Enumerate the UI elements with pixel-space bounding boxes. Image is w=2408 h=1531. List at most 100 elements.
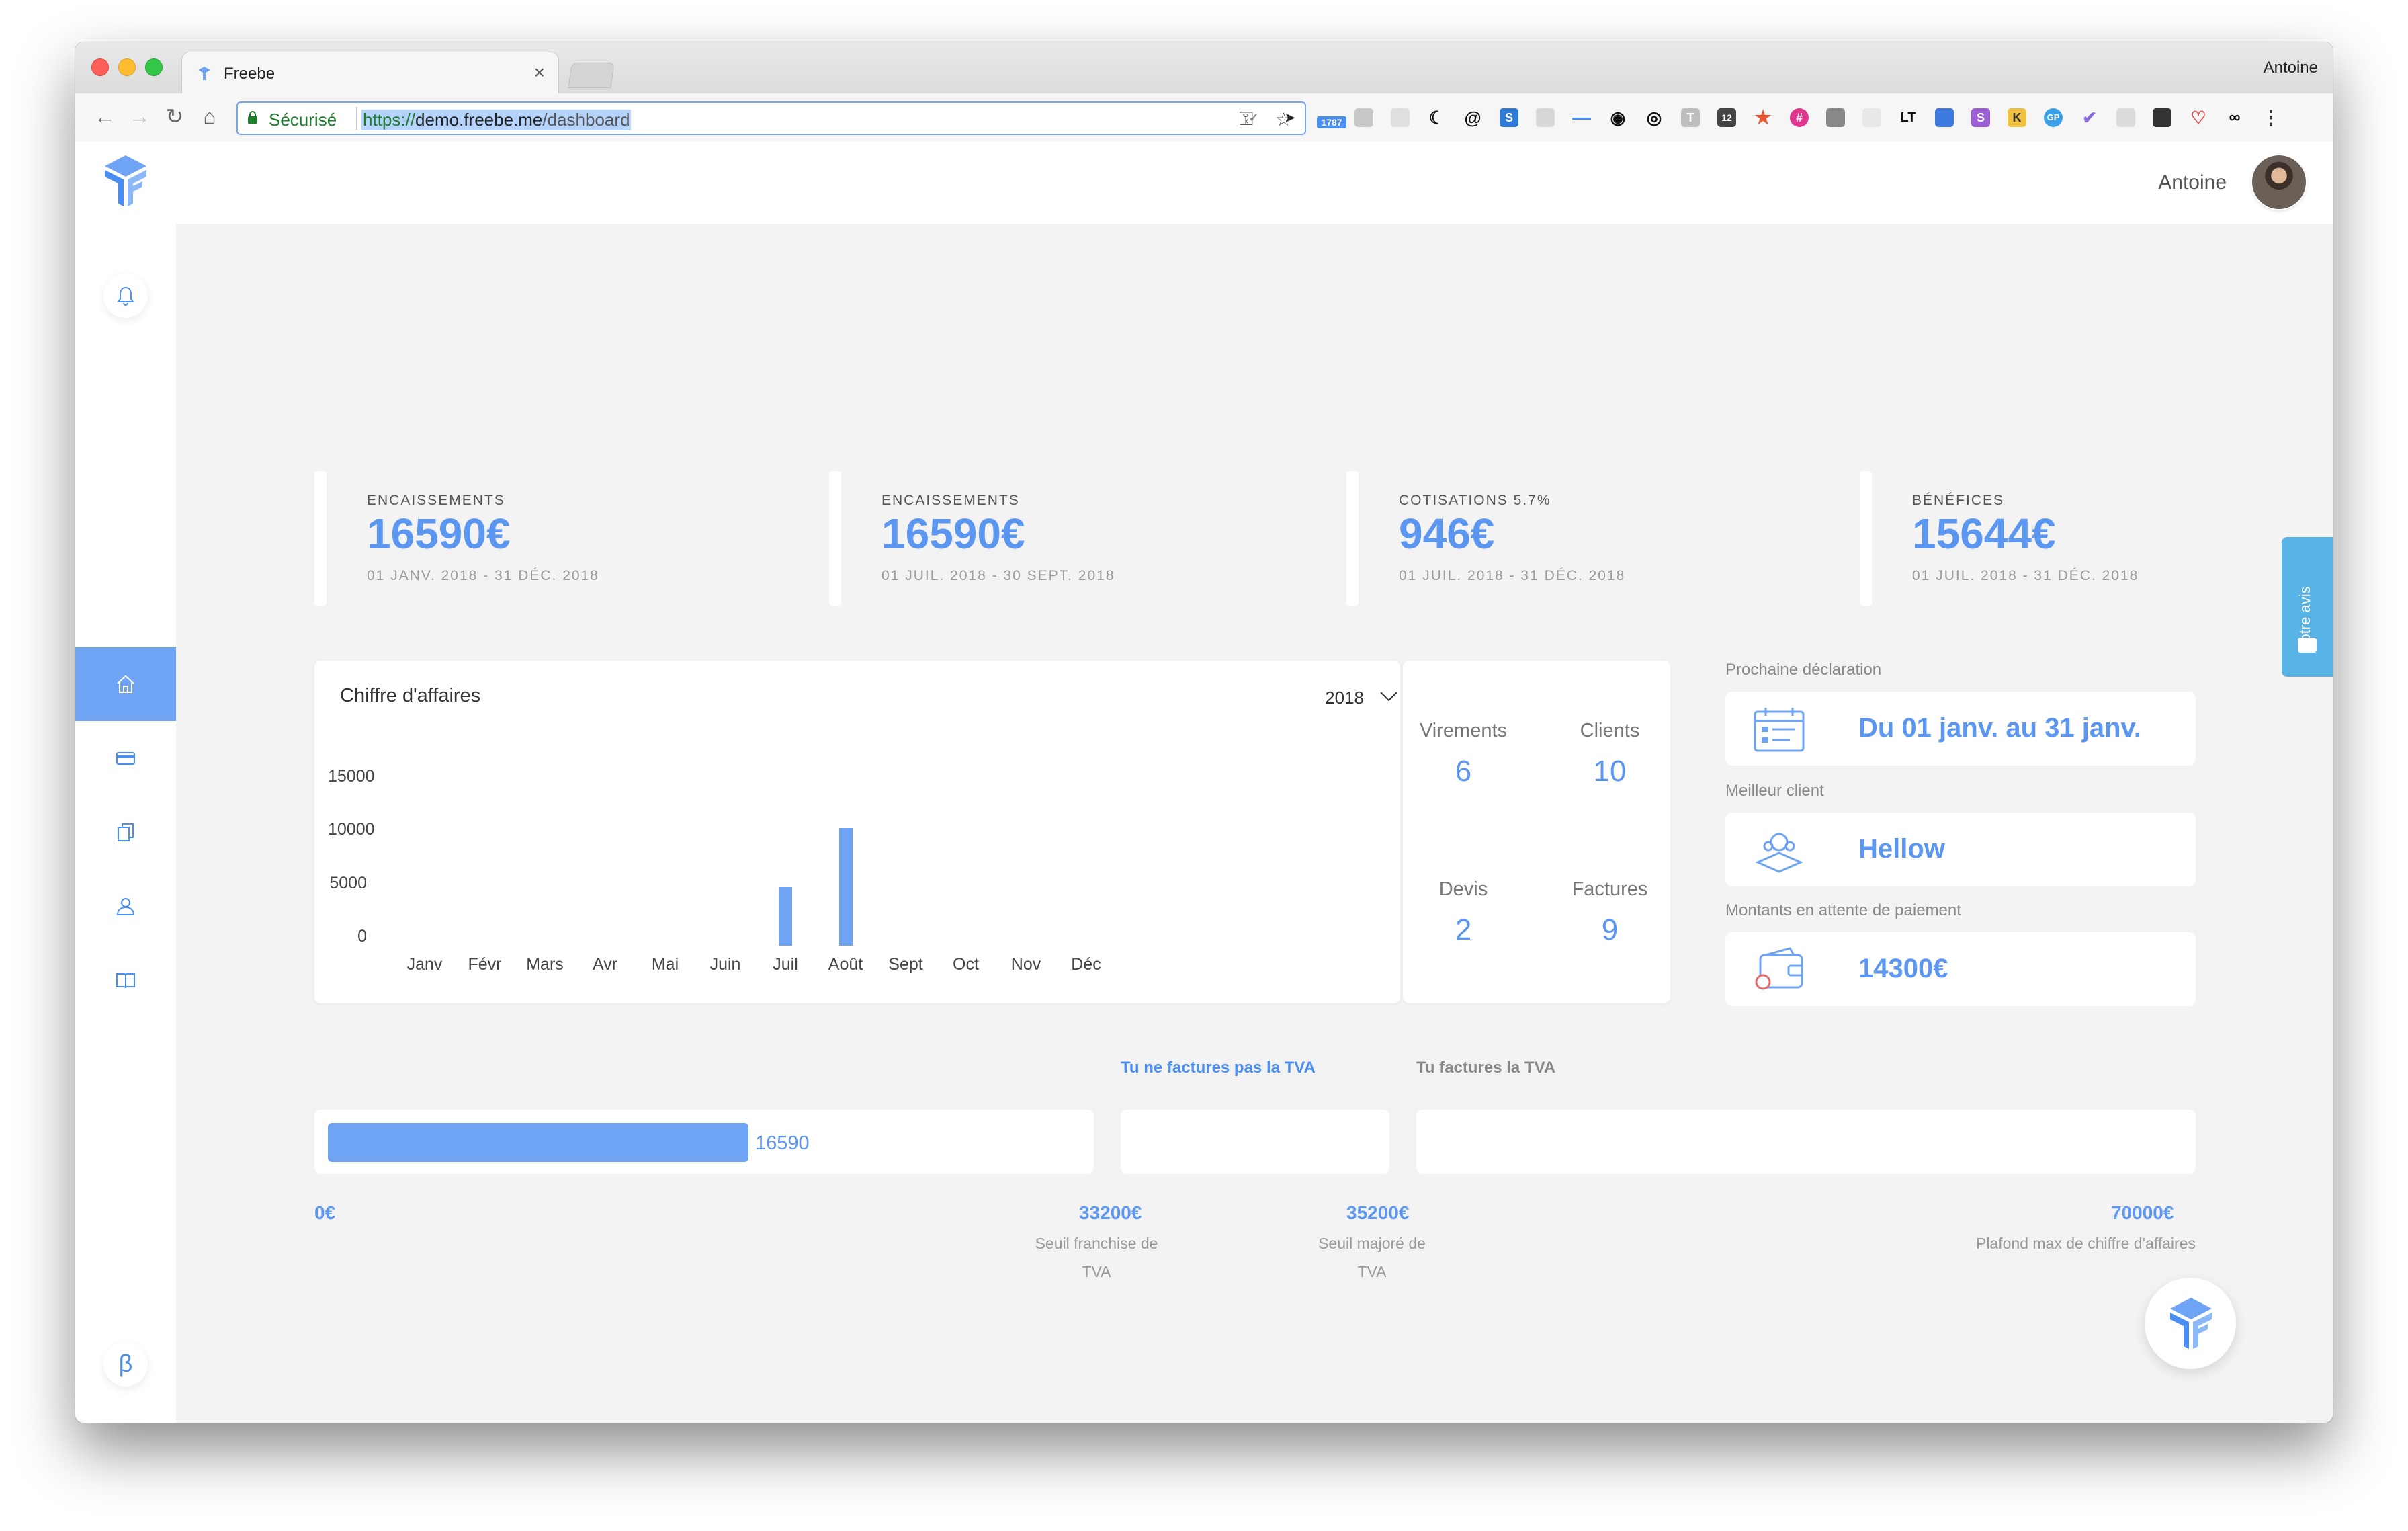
url-text[interactable]: https://demo.freebe.me/dashboard [361,110,632,130]
image-extension-icon[interactable] [1354,108,1373,127]
stat-value: 946€ [1399,509,1495,558]
revenue-progress-track: 16590 [314,1110,1094,1174]
home-icon [117,675,134,693]
freebe-logo-icon[interactable] [103,154,148,208]
threshold-caption: Seuil majoré de TVA [1291,1229,1453,1286]
counter-extension-badge[interactable]: 1787 [1317,116,1346,128]
minimize-window-button[interactable] [118,58,136,76]
x-tick-label: Févr [468,955,502,974]
feedback-tab[interactable]: Votre avis [2282,537,2333,677]
doc-extension-icon[interactable] [1862,108,1881,127]
sidebar-item-guide[interactable] [75,943,176,1017]
floating-help-button[interactable] [2145,1278,2236,1369]
credit-card-icon [116,752,135,765]
browser-profile-name[interactable]: Antoine [2264,58,2318,77]
t-extension-icon[interactable]: T [1681,108,1700,127]
threshold-caption-line: Seuil franchise de [1035,1235,1158,1252]
stat-accent-bar [314,471,327,606]
s-purple-extension-icon[interactable]: S [1971,108,1990,127]
sidebar-item-clients[interactable] [75,869,176,943]
bag-extension-icon[interactable] [2153,108,2172,127]
k-extension-icon[interactable]: K [2008,108,2026,127]
lt-extension-icon[interactable]: LT [1899,108,1918,127]
home-icon[interactable]: ⌂ [196,103,223,130]
stat-accent-bar [1860,471,1872,606]
book-icon [116,973,135,989]
sidebar-item-billing[interactable] [75,721,176,795]
kpi-value: 6 [1455,755,1472,788]
revenue-bar[interactable] [779,886,792,946]
zigzag-extension-icon[interactable] [1935,108,1954,127]
secure-label: Sécurisé [269,110,337,130]
stat-card: COTISATIONS 5.7% 946€ 01 JUIL. 2018 - 31… [1346,471,1817,606]
pending-amounts-card[interactable]: 14300€ [1725,932,2196,1006]
y-tick-label: 15000 [328,767,375,786]
gp-extension-icon[interactable]: GP [2044,108,2063,127]
user-name[interactable]: Antoine [2158,171,2227,194]
year-select[interactable]: 2018 [1325,688,1398,708]
pointer-extension-icon[interactable]: ➤ [1281,108,1299,127]
moon-extension-icon[interactable]: ☾ [1427,108,1446,127]
zoom-window-button[interactable] [145,58,163,76]
lock-icon [248,111,257,124]
reload-icon[interactable]: ↻ [161,103,188,130]
hash-extension-icon[interactable]: # [1790,108,1809,127]
new-tab-button[interactable] [568,63,615,88]
stat-value: 16590€ [882,509,1025,558]
stat-accent-bar [829,471,841,606]
calendar-extension-icon[interactable]: 12 [1717,108,1736,127]
sidebar-item-documents[interactable] [75,795,176,869]
browser-window: Freebe × Antoine ← → ↻ ⌂ Sécurisé https:… [75,42,2333,1423]
next-declaration-card[interactable]: Du 01 janv. au 31 janv. [1725,692,2196,766]
stat-period: 01 JUIL. 2018 - 31 DÉC. 2018 [1399,568,1626,583]
user-avatar[interactable] [2252,155,2306,209]
app-root: Antoine β ENCAISSEMENTS 16590€ 01 JANV. … [75,142,2333,1423]
s-extension-icon[interactable]: S [1500,108,1518,127]
tva-link[interactable]: Tu factures la TVA [1416,1059,1555,1077]
gray-extension-icon[interactable] [2116,108,2135,127]
threshold-value: 70000€ [2111,1202,2174,1223]
stat-value: 16590€ [367,509,511,558]
x-tick-label: Sept [888,955,923,974]
tva-threshold-track [1121,1110,1389,1174]
kpi-label: Devis [1438,878,1488,900]
best-client-value: Hellow [1858,834,1945,864]
browser-menu-icon[interactable]: ⋮ [2262,108,2280,127]
chat-extension-icon[interactable] [1536,108,1555,127]
notifications-button[interactable] [103,274,148,318]
lastpass-extension-icon[interactable]: ♡ [2189,108,2208,127]
stat-value: 15644€ [1912,509,2056,558]
star-extension-icon[interactable]: ★ [1754,108,1772,127]
sidebar: β [75,142,176,1423]
speech-extension-icon[interactable]: ◎ [1645,108,1664,127]
forward-arrow-icon[interactable]: → [126,103,153,130]
eye-extension-icon[interactable]: ◉ [1608,108,1627,127]
stat-card: ENCAISSEMENTS 16590€ 01 JUIL. 2018 - 30 … [829,471,1299,606]
sidebar-item-home[interactable] [75,647,176,721]
back-arrow-icon[interactable]: ← [91,103,118,130]
beta-button[interactable]: β [103,1342,148,1387]
browser-tab[interactable]: Freebe × [181,52,559,94]
x-tick-label: Mai [651,955,679,974]
best-client-label: Meilleur client [1725,782,1824,800]
tab-close-icon[interactable]: × [534,62,545,83]
kpi-label: Clients [1580,720,1640,741]
close-window-button[interactable] [91,58,109,76]
bell-icon [117,286,134,306]
threshold-caption: Plafond max de chiffre d'affaires [1914,1229,2196,1257]
x-tick-label: Juin [710,955,741,974]
stat-period: 01 JANV. 2018 - 31 DÉC. 2018 [367,568,599,583]
check-extension-icon[interactable]: ✓ [1244,108,1263,127]
browser-toolbar: ← → ↻ ⌂ Sécurisé https://demo.freebe.me/… [75,93,2333,142]
square-extension-icon[interactable] [1826,108,1845,127]
best-client-card[interactable]: Hellow [1725,813,2196,886]
glasses-extension-icon[interactable]: ∞ [2225,108,2244,127]
address-bar[interactable]: Sécurisé https://demo.freebe.me/dashboar… [236,101,1306,135]
no-tva-link[interactable]: Tu ne factures pas la TVA [1121,1059,1316,1077]
check-purple-extension-icon[interactable]: ✔ [2080,108,2099,127]
underline-extension-icon[interactable] [1572,108,1591,120]
revenue-bar[interactable] [838,828,853,946]
stat-card: ENCAISSEMENTS 16590€ 01 JANV. 2018 - 31 … [314,471,785,606]
spiral-extension-icon[interactable]: @ [1463,108,1482,127]
cloud-extension-icon[interactable] [1391,108,1410,127]
